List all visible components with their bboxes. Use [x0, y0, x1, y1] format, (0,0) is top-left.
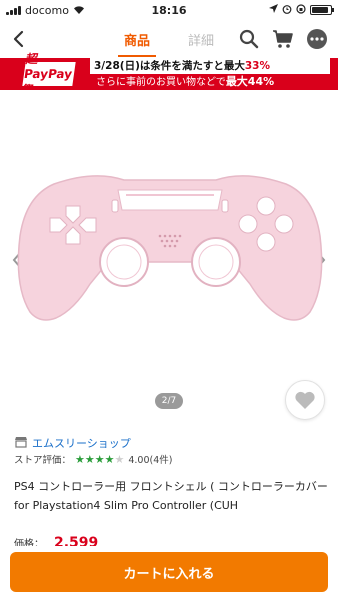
store-link[interactable]: エムスリーショップ	[14, 433, 131, 452]
rating-value: 4.00(4件)	[128, 455, 173, 466]
cart-icon[interactable]	[272, 28, 294, 50]
tab-product[interactable]: 商品	[118, 26, 157, 57]
favorite-button[interactable]	[285, 380, 325, 420]
gallery-page-indicator: 2/7	[155, 393, 183, 409]
add-to-cart-button[interactable]: カートに入れる	[10, 552, 328, 592]
product-gallery[interactable]: 2/7	[0, 90, 338, 420]
rating-label: ストア評価：	[14, 455, 72, 466]
nav-actions	[238, 28, 328, 50]
product-page: docomo 18:16 商品 詳細 超PayPay祭 3/28(日)は条件を満…	[0, 0, 338, 600]
back-chevron-icon[interactable]	[10, 29, 28, 49]
store-icon	[14, 433, 28, 452]
star-rating-icon: ★★★★★	[75, 452, 125, 466]
clock: 18:16	[151, 3, 187, 17]
tab-details[interactable]: 詳細	[182, 26, 220, 57]
status-bar: docomo 18:16	[0, 0, 338, 20]
search-icon[interactable]	[238, 28, 260, 50]
banner-headline: 3/28(日)は条件を満たすと最大33%	[90, 58, 330, 74]
heart-icon	[295, 391, 315, 409]
store-name[interactable]: エムスリーショップ	[32, 435, 131, 451]
banner-subline: さらに事前のお買い物などで最大44%	[96, 75, 275, 88]
more-icon[interactable]	[306, 28, 328, 50]
battery-icon	[310, 5, 334, 15]
tab-bar: 商品 詳細	[118, 26, 220, 57]
product-title: PS4 コントローラー用 フロントシェル ( コントローラーカバー for Pl…	[14, 480, 328, 512]
controller-shell-image	[17, 175, 323, 321]
cart-bar: カートに入れる	[0, 546, 338, 600]
banner-logo: 超PayPay祭	[21, 52, 76, 97]
store-rating: ストア評価： ★★★★★ 4.00(4件)	[14, 452, 173, 467]
promo-banner[interactable]: 超PayPay祭 3/28(日)は条件を満たすと最大33% さらに事前のお買い物…	[0, 52, 338, 97]
